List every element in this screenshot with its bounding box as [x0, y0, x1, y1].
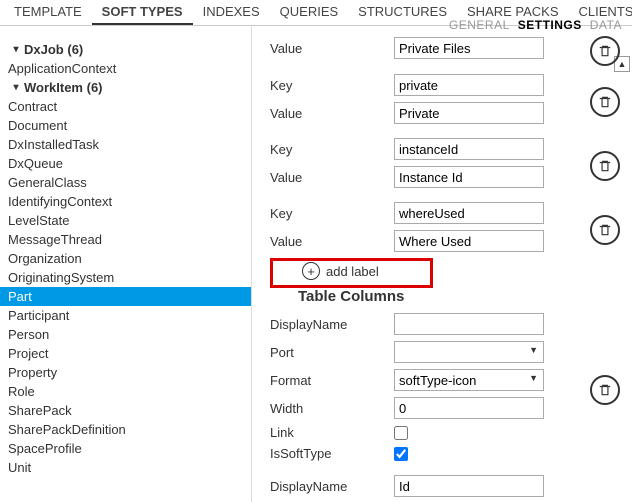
displayname-label: DisplayName	[264, 317, 394, 332]
tree-item-generalclass[interactable]: GeneralClass	[0, 173, 251, 192]
trash-icon	[598, 223, 612, 237]
trash-icon	[598, 95, 612, 109]
tree-count: (6)	[87, 80, 103, 95]
key-label: Key	[264, 142, 394, 157]
tree-item-levelstate[interactable]: LevelState	[0, 211, 251, 230]
key-input[interactable]	[394, 74, 544, 96]
format-label: Format	[264, 373, 394, 388]
value-label: Value	[264, 106, 394, 121]
add-label-button[interactable]: + add label	[264, 258, 620, 284]
value-label: Value	[264, 41, 394, 56]
key-label: Key	[264, 78, 394, 93]
type-tree: ▾ DxJob (6) ApplicationContext ▾ WorkIte…	[0, 26, 252, 502]
tree-item-originatingsystem[interactable]: OriginatingSystem	[0, 268, 251, 287]
tree-item-dxqueue[interactable]: DxQueue	[0, 154, 251, 173]
tree-item-property[interactable]: Property	[0, 363, 251, 382]
width-label: Width	[264, 401, 394, 416]
tree-item-dxinstalledtask[interactable]: DxInstalledTask	[0, 135, 251, 154]
displayname-label: DisplayName	[264, 479, 394, 494]
link-label: Link	[264, 425, 394, 440]
chevron-down-icon: ▾	[10, 44, 22, 55]
delete-button[interactable]	[590, 215, 620, 245]
delete-button[interactable]	[590, 36, 620, 66]
value-label: Value	[264, 234, 394, 249]
tree-item-organization[interactable]: Organization	[0, 249, 251, 268]
key-input[interactable]	[394, 138, 544, 160]
subtab-settings[interactable]: SETTINGS	[518, 18, 582, 32]
add-label-text: add label	[326, 264, 379, 279]
tree-item-messagethread[interactable]: MessageThread	[0, 230, 251, 249]
tree-item-person[interactable]: Person	[0, 325, 251, 344]
value-label: Value	[264, 170, 394, 185]
subtab-general[interactable]: GENERAL	[449, 18, 510, 32]
port-label: Port	[264, 345, 394, 360]
tab-queries[interactable]: QUERIES	[270, 0, 349, 25]
key-label: Key	[264, 206, 394, 221]
trash-icon	[598, 383, 612, 397]
tree-count: (6)	[67, 42, 83, 57]
sub-tab-bar: GENERAL SETTINGS DATA	[449, 18, 622, 32]
section-heading-table-columns: Table Columns	[298, 288, 620, 305]
tree-item-participant[interactable]: Participant	[0, 306, 251, 325]
value-input[interactable]	[394, 230, 544, 252]
tree-label: DxJob	[24, 42, 64, 57]
link-checkbox[interactable]	[394, 426, 408, 440]
tree-item-project[interactable]: Project	[0, 344, 251, 363]
tree-item-identifyingcontext[interactable]: IdentifyingContext	[0, 192, 251, 211]
subtab-data[interactable]: DATA	[590, 18, 622, 32]
chevron-down-icon: ▾	[10, 82, 22, 93]
delete-button[interactable]	[590, 375, 620, 405]
key-input[interactable]	[394, 202, 544, 224]
value-input[interactable]	[394, 166, 544, 188]
tree-node-workitem[interactable]: ▾ WorkItem (6)	[0, 78, 251, 97]
tree-node-dxjob[interactable]: ▾ DxJob (6)	[0, 40, 251, 59]
trash-icon	[598, 159, 612, 173]
tree-item-applicationcontext[interactable]: ApplicationContext	[0, 59, 251, 78]
tree-item-role[interactable]: Role	[0, 382, 251, 401]
tree-item-unit[interactable]: Unit	[0, 458, 251, 477]
tree-item-sharepack[interactable]: SharePack	[0, 401, 251, 420]
tree-item-document[interactable]: Document	[0, 116, 251, 135]
issofttype-label: IsSoftType	[264, 446, 394, 461]
editor-panel: Value Key Value Key Value	[252, 26, 632, 502]
displayname-input[interactable]	[394, 475, 544, 497]
plus-icon: +	[302, 262, 320, 280]
tree-item-contract[interactable]: Contract	[0, 97, 251, 116]
tab-indexes[interactable]: INDEXES	[193, 0, 270, 25]
value-input[interactable]	[394, 37, 544, 59]
tree-item-sharepackdefinition[interactable]: SharePackDefinition	[0, 420, 251, 439]
port-select[interactable]	[394, 341, 544, 363]
tab-soft-types[interactable]: SOFT TYPES	[92, 0, 193, 25]
tab-structures[interactable]: STRUCTURES	[348, 0, 457, 25]
tree-label: WorkItem	[24, 80, 83, 95]
delete-button[interactable]	[590, 151, 620, 181]
tree-item-part[interactable]: Part	[0, 287, 251, 306]
tree-item-spaceprofile[interactable]: SpaceProfile	[0, 439, 251, 458]
width-input[interactable]	[394, 397, 544, 419]
value-input[interactable]	[394, 102, 544, 124]
delete-button[interactable]	[590, 87, 620, 117]
displayname-input[interactable]	[394, 313, 544, 335]
trash-icon	[598, 44, 612, 58]
format-select[interactable]: softType-icon	[394, 369, 544, 391]
issofttype-checkbox[interactable]	[394, 447, 408, 461]
tab-template[interactable]: TEMPLATE	[4, 0, 92, 25]
